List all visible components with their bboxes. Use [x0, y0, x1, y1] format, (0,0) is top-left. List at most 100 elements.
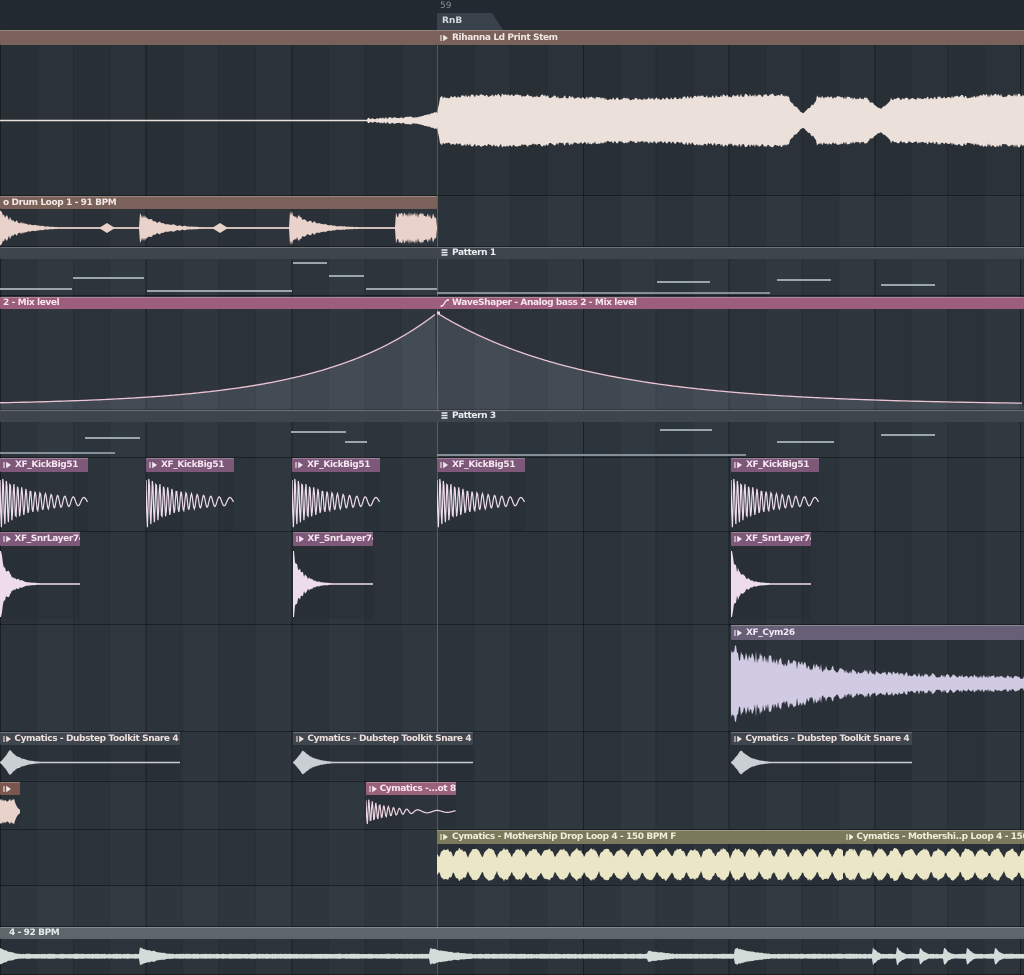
audio-clip-kick-3[interactable]: XF_KickBig51	[292, 458, 380, 531]
track-row	[0, 886, 1024, 927]
timeline-ruler[interactable]: 59 RnB Moment	[0, 0, 1024, 30]
audio-clip-snare-3-body[interactable]	[731, 546, 811, 619]
pattern-clip-1-body[interactable]	[437, 259, 1024, 296]
audio-clip-rihanna-stem-body[interactable]	[437, 45, 1024, 196]
audio-clip-dubstep-snare-1-body[interactable]	[0, 745, 180, 780]
automation-clip-mix-left-body[interactable]	[0, 309, 437, 410]
audio-clip-mothership-2-header[interactable]: Cymatics - Mothershi..p Loop 4 - 150 BPM…	[843, 830, 1024, 844]
clip-label: 2 - Mix level	[3, 298, 59, 308]
audio-clip-tiny-body[interactable]	[0, 795, 20, 828]
pattern-clip-1[interactable]: Pattern 1	[437, 247, 1024, 296]
audio-clip-dubstep-snare-3-body[interactable]	[731, 745, 912, 780]
audio-clip-cymbal[interactable]: XF_Cym26	[731, 625, 1024, 729]
pattern-note	[881, 434, 935, 436]
audio-clip-kick-1[interactable]: XF_KickBig51	[0, 458, 88, 531]
clip-play-icon	[734, 460, 743, 470]
audio-clip-cymbal-header[interactable]: XF_Cym26	[731, 625, 1024, 640]
audio-clip-stem-left[interactable]	[0, 30, 437, 196]
audio-clip-kick-4-body[interactable]	[437, 472, 525, 531]
audio-clip-snare-1[interactable]: XF_SnrLayer74	[0, 532, 80, 619]
audio-clip-bottom-loop-body[interactable]	[0, 939, 1024, 975]
pattern-note	[73, 277, 144, 279]
pattern-clip-3-header[interactable]: Pattern 3	[437, 410, 1024, 422]
pattern-clip-left-3[interactable]	[0, 410, 437, 457]
audio-clip-kick-2-body[interactable]	[146, 472, 234, 531]
clip-play-icon	[440, 33, 449, 43]
audio-clip-rihanna-stem[interactable]: Rihanna Ld Print Stem	[437, 30, 1024, 196]
audio-clip-mothership-1-header[interactable]: Cymatics - Mothership Drop Loop 4 - 150 …	[437, 830, 843, 844]
audio-clip-tiny-header[interactable]	[0, 782, 20, 795]
audio-clip-dubstep-snare-1[interactable]: Cymatics - Dubstep Toolkit Snare 4 - E	[0, 732, 180, 780]
audio-clip-dubstep-snare-3-header[interactable]: Cymatics - Dubstep Toolkit Snare 4 - E	[731, 732, 912, 745]
pattern-note	[777, 441, 834, 443]
automation-clip-waveshaper-body[interactable]	[437, 309, 1024, 410]
audio-clip-dubstep-snare-3[interactable]: Cymatics - Dubstep Toolkit Snare 4 - E	[731, 732, 912, 780]
audio-clip-dubstep-snare-2-body[interactable]	[293, 745, 473, 780]
audio-clip-kick-4-header[interactable]: XF_KickBig51	[437, 458, 525, 472]
automation-clip-waveshaper-header[interactable]: WaveShaper - Analog bass 2 - Mix level	[437, 297, 1024, 309]
audio-clip-mothership-1[interactable]: Cymatics - Mothership Drop Loop 4 - 150 …	[437, 830, 843, 885]
clip-label: Cymatics -...ot 8 - F	[380, 784, 456, 794]
audio-clip-dubstep-snare-2-header[interactable]: Cymatics - Dubstep Toolkit Snare 4 - E	[293, 732, 473, 745]
pattern-clip-left-1-header[interactable]	[0, 247, 437, 259]
audio-clip-ot8[interactable]: Cymatics -...ot 8 - F	[366, 782, 456, 828]
audio-clip-rihanna-stem-header[interactable]: Rihanna Ld Print Stem	[437, 30, 1024, 45]
audio-clip-kick-3-header[interactable]: XF_KickBig51	[292, 458, 380, 472]
audio-clip-bottom-loop-header[interactable]: 4 - 92 BPM	[0, 927, 1024, 939]
automation-clip-mix-left[interactable]: 2 - Mix level	[0, 297, 437, 410]
clip-play-icon	[440, 832, 449, 842]
audio-clip-snare-2-header[interactable]: XF_SnrLayer74	[293, 532, 373, 546]
pattern-note	[660, 429, 712, 431]
audio-clip-kick-1-header[interactable]: XF_KickBig51	[0, 458, 88, 472]
clip-play-icon	[3, 784, 12, 794]
audio-clip-kick-2[interactable]: XF_KickBig51	[146, 458, 234, 531]
pattern-clip-1-header[interactable]: Pattern 1	[437, 247, 1024, 259]
clip-label: Cymatics - Dubstep Toolkit Snare 4 - E	[307, 734, 473, 744]
audio-clip-ot8-header[interactable]: Cymatics -...ot 8 - F	[366, 782, 456, 795]
audio-clip-snare-3[interactable]: XF_SnrLayer74	[731, 532, 811, 619]
automation-clip-mix-left-header[interactable]: 2 - Mix level	[0, 297, 437, 309]
audio-clip-drum-loop[interactable]: o Drum Loop 1 - 91 BPM	[0, 196, 437, 247]
marker-tab[interactable]: RnB Moment	[437, 13, 503, 30]
audio-clip-cymbal-body[interactable]	[731, 640, 1024, 729]
audio-clip-kick-5-body[interactable]	[731, 472, 819, 531]
audio-clip-kick-5[interactable]: XF_KickBig51	[731, 458, 819, 531]
audio-clip-stem-left-body[interactable]	[0, 45, 437, 196]
audio-clip-mothership-2-body[interactable]	[843, 844, 1024, 885]
audio-clip-mothership-1-body[interactable]	[437, 844, 843, 885]
clip-play-icon	[734, 628, 743, 638]
audio-clip-kick-4[interactable]: XF_KickBig51	[437, 458, 525, 531]
audio-clip-stem-left-header[interactable]	[0, 30, 437, 45]
automation-clip-waveshaper[interactable]: WaveShaper - Analog bass 2 - Mix level	[437, 297, 1024, 410]
audio-clip-mothership-2[interactable]: Cymatics - Mothershi..p Loop 4 - 150 BPM…	[843, 830, 1024, 885]
pattern-clip-3-body[interactable]	[437, 422, 1024, 457]
audio-clip-dubstep-snare-2[interactable]: Cymatics - Dubstep Toolkit Snare 4 - E	[293, 732, 473, 780]
audio-clip-drum-loop-body[interactable]	[0, 209, 437, 247]
audio-clip-snare-2[interactable]: XF_SnrLayer74	[293, 532, 373, 619]
audio-clip-snare-3-header[interactable]: XF_SnrLayer74	[731, 532, 811, 546]
audio-clip-dubstep-snare-1-header[interactable]: Cymatics - Dubstep Toolkit Snare 4 - E	[0, 732, 180, 745]
track-row	[0, 782, 1024, 830]
audio-clip-bottom-loop[interactable]: 4 - 92 BPM	[0, 927, 1024, 975]
clip-label: Cymatics - Mothershi..p Loop 4 - 150 BPM…	[856, 832, 1024, 842]
audio-clip-kick-5-header[interactable]: XF_KickBig51	[731, 458, 819, 472]
pattern-note	[329, 275, 364, 277]
audio-clip-kick-1-body[interactable]	[0, 472, 88, 531]
audio-clip-tiny[interactable]	[0, 782, 20, 828]
clip-play-icon	[296, 734, 304, 744]
pattern-icon	[440, 248, 449, 258]
audio-clip-snare-1-header[interactable]: XF_SnrLayer74	[0, 532, 80, 546]
audio-clip-drum-loop-header[interactable]: o Drum Loop 1 - 91 BPM	[0, 196, 437, 209]
audio-clip-kick-3-body[interactable]	[292, 472, 380, 531]
pattern-clip-left-3-header[interactable]	[0, 410, 437, 422]
pattern-note	[293, 262, 327, 264]
clip-label: XF_KickBig51	[746, 460, 809, 470]
audio-clip-ot8-body[interactable]	[366, 795, 456, 828]
audio-clip-snare-1-body[interactable]	[0, 546, 80, 619]
clip-label: o Drum Loop 1 - 91 BPM	[3, 198, 116, 208]
audio-clip-kick-2-header[interactable]: XF_KickBig51	[146, 458, 234, 472]
pattern-clip-3[interactable]: Pattern 3	[437, 410, 1024, 457]
clip-play-icon	[846, 832, 853, 842]
audio-clip-snare-2-body[interactable]	[293, 546, 373, 619]
clip-label: XF_KickBig51	[452, 460, 515, 470]
